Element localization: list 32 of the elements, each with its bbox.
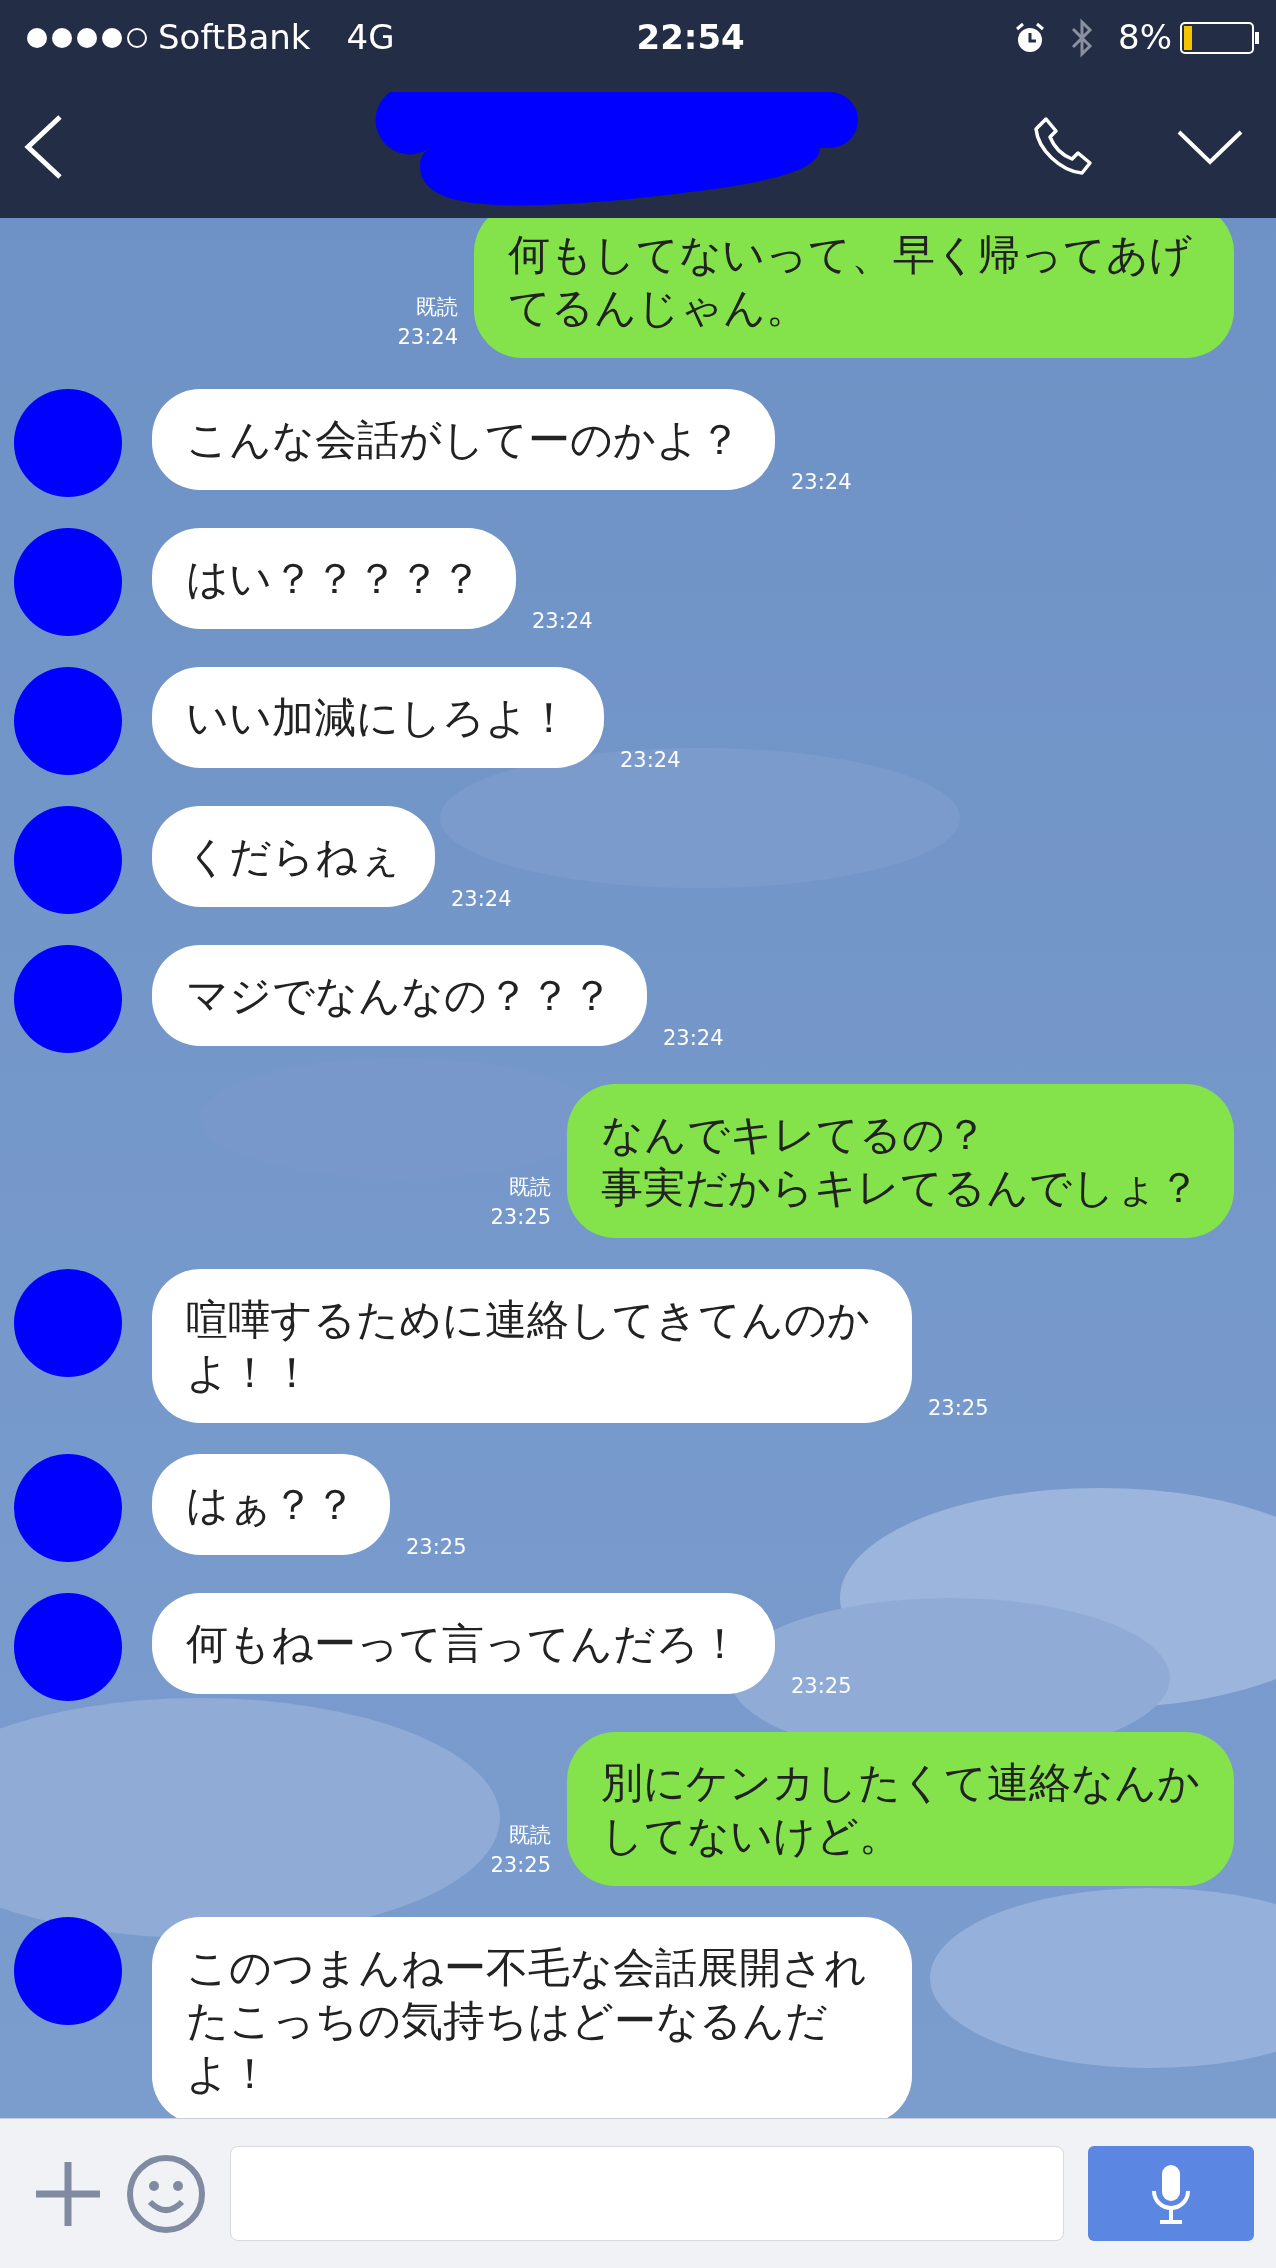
message-text: このつまんねー不毛な会話展開されたこっちの気持ちはどーなるんだよ！ (186, 1942, 868, 2100)
clock: 22:54 (636, 16, 745, 59)
message-time: 23:24 (397, 323, 458, 351)
carrier-name: SoftBank (158, 16, 311, 59)
message-text: くだらねぇ (186, 831, 401, 883)
message-time: 23:25 (928, 1394, 989, 1422)
message-text: なんでキレてるの？ (601, 1109, 988, 1161)
message-text: 事実だからキレてるんでしょ？ (601, 1162, 1200, 1214)
message-time: 23:25 (490, 1203, 551, 1231)
message-time: 23:24 (620, 746, 681, 774)
message-text: いい加減にしろよ！ (186, 692, 570, 744)
message-time: 23:24 (663, 1024, 724, 1052)
message-time: 23:24 (791, 468, 852, 496)
message-time: 23:24 (451, 885, 512, 913)
message-text: 別にケンカしたくて連絡なんか (601, 1757, 1200, 1809)
message-time: 23:25 (406, 1533, 467, 1561)
read-receipt: 既読 (415, 294, 458, 322)
message-text: はい？？？？？ (186, 553, 482, 605)
message-text: はぁ？？ (186, 1479, 356, 1531)
read-receipt: 既読 (508, 1174, 551, 1202)
message-text: してないけど。 (601, 1810, 902, 1862)
read-receipt: 既読 (508, 1822, 551, 1850)
message-text: 何もしてないって、早く帰ってあげてるんじゃん。 (508, 229, 1193, 334)
battery-percent: 8% (1118, 16, 1172, 59)
message-time: 23:24 (532, 607, 593, 635)
message-time: 23:25 (791, 1672, 852, 1700)
message-text: マジでなんなの？？？ (186, 970, 613, 1022)
network-type: 4G (346, 16, 395, 59)
message-text: 喧嘩するために連絡してきてんのかよ！！ (186, 1294, 871, 1399)
message-text: こんな会話がしてーのかよ？ (186, 414, 741, 466)
message-text: 何もねーって言ってんだろ！ (186, 1618, 741, 1670)
message-time: 23:25 (490, 1851, 551, 1879)
